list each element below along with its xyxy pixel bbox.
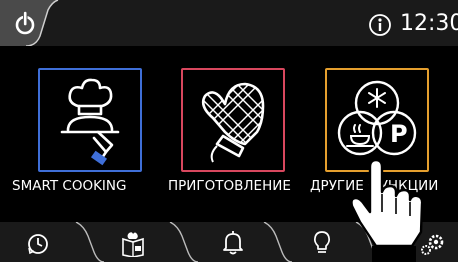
pointing-hand-icon [350, 158, 424, 262]
